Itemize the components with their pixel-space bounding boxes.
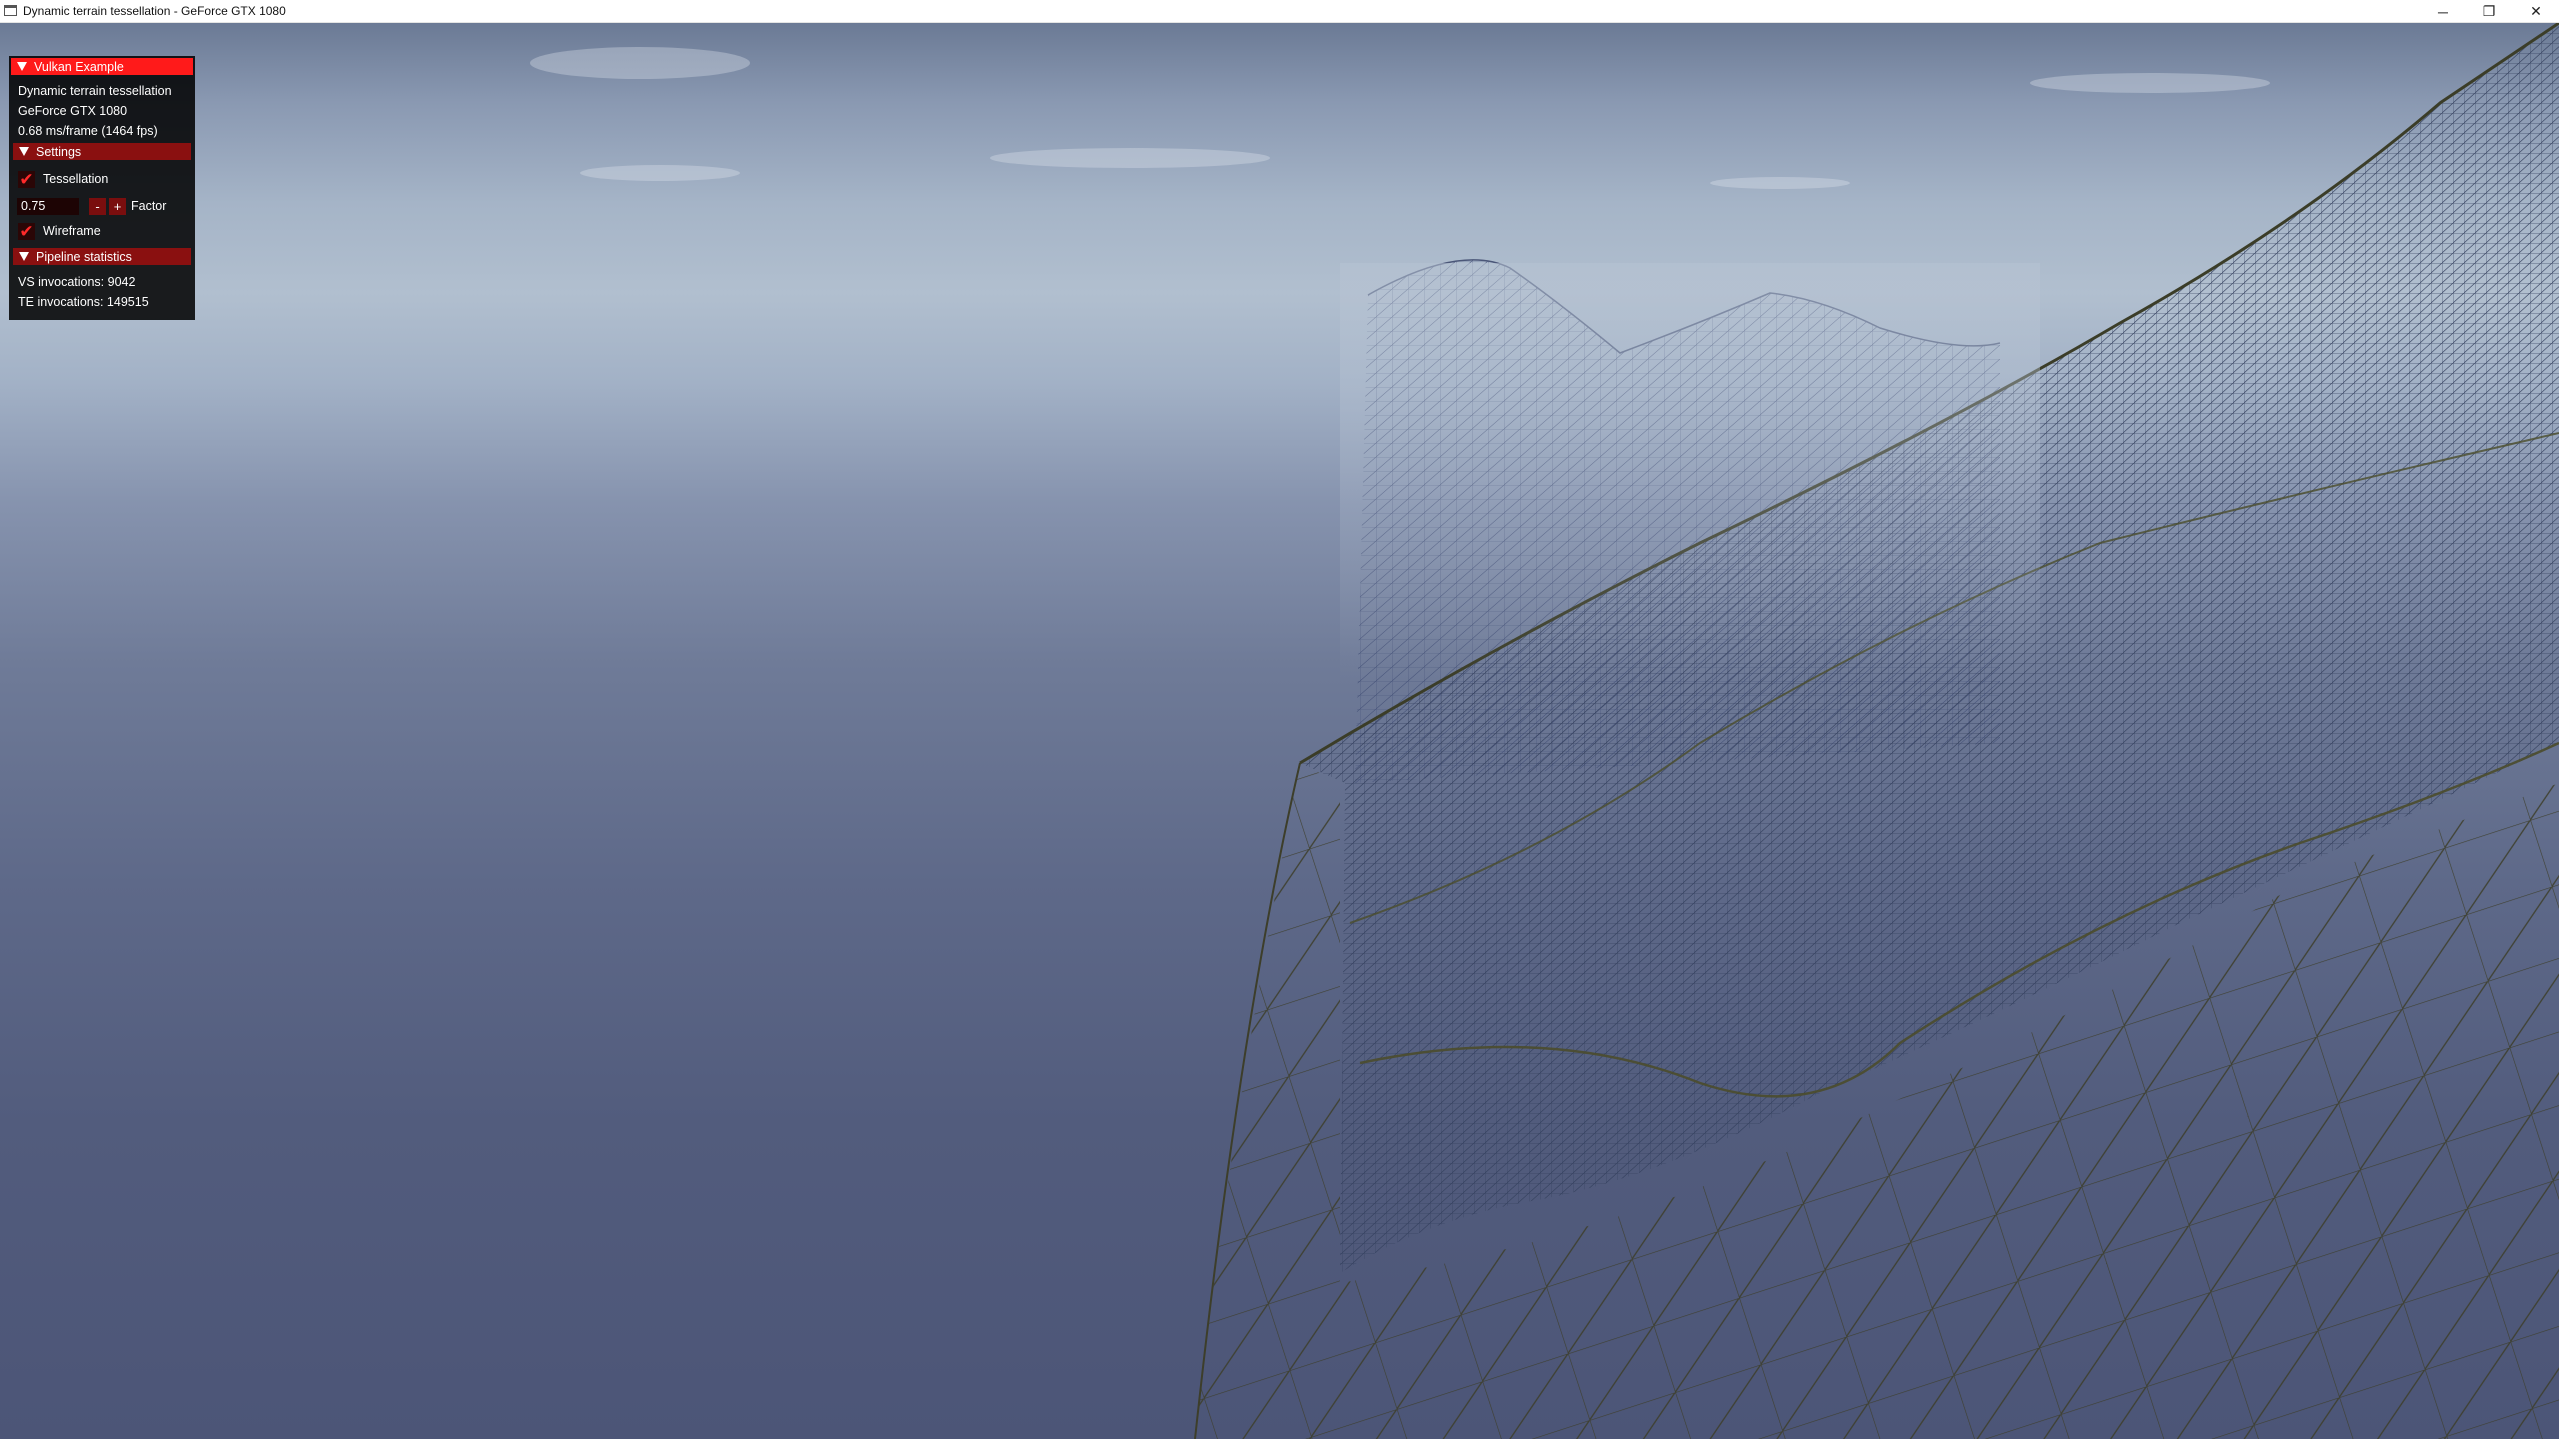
factor-increment-button[interactable]: + xyxy=(109,198,126,215)
restore-button[interactable]: ❐ xyxy=(2466,0,2512,23)
factor-input[interactable]: 0.75 xyxy=(17,198,79,215)
collapse-triangle-icon[interactable] xyxy=(17,62,27,71)
factor-label: Factor xyxy=(131,199,167,213)
app-name-label: Dynamic terrain tessellation xyxy=(18,84,172,98)
checkmark-icon: ✔ xyxy=(19,221,34,241)
settings-header-label: Settings xyxy=(36,144,82,159)
wireframe-label: Wireframe xyxy=(43,224,101,238)
frame-time-label: 0.68 ms/frame (1464 fps) xyxy=(18,124,158,138)
panel-header[interactable]: Vulkan Example xyxy=(11,58,193,75)
pipeline-header-label: Pipeline statistics xyxy=(36,249,132,264)
terrain-render xyxy=(530,23,2559,1439)
render-viewport[interactable]: Vulkan Example Dynamic terrain tessellat… xyxy=(0,23,2559,1439)
vs-invocations-label: VS invocations: 9042 xyxy=(18,275,136,289)
minimize-button[interactable]: ─ xyxy=(2420,0,2466,23)
collapse-triangle-icon[interactable] xyxy=(19,147,29,156)
wireframe-checkbox[interactable]: ✔ xyxy=(18,221,35,241)
tessellation-checkbox[interactable]: ✔ xyxy=(18,169,35,189)
pipeline-statistics-header[interactable]: Pipeline statistics xyxy=(13,248,191,265)
settings-header[interactable]: Settings xyxy=(13,143,191,160)
panel-header-label: Vulkan Example xyxy=(34,59,124,74)
window-title-bar: Dynamic terrain tessellation - GeForce G… xyxy=(0,0,2559,23)
factor-decrement-button[interactable]: - xyxy=(89,198,106,215)
checkmark-icon: ✔ xyxy=(19,169,34,189)
window-title: Dynamic terrain tessellation - GeForce G… xyxy=(23,4,286,18)
imgui-panel: Vulkan Example Dynamic terrain tessellat… xyxy=(9,56,195,320)
tessellation-label: Tessellation xyxy=(43,172,109,186)
collapse-triangle-icon[interactable] xyxy=(19,252,29,261)
te-invocations-label: TE invocations: 149515 xyxy=(18,295,149,309)
close-button[interactable]: ✕ xyxy=(2513,0,2559,23)
haze-overlay xyxy=(1340,263,2040,683)
sky-clouds xyxy=(530,47,2270,189)
app-window-icon xyxy=(4,5,17,16)
gpu-label: GeForce GTX 1080 xyxy=(18,104,128,118)
